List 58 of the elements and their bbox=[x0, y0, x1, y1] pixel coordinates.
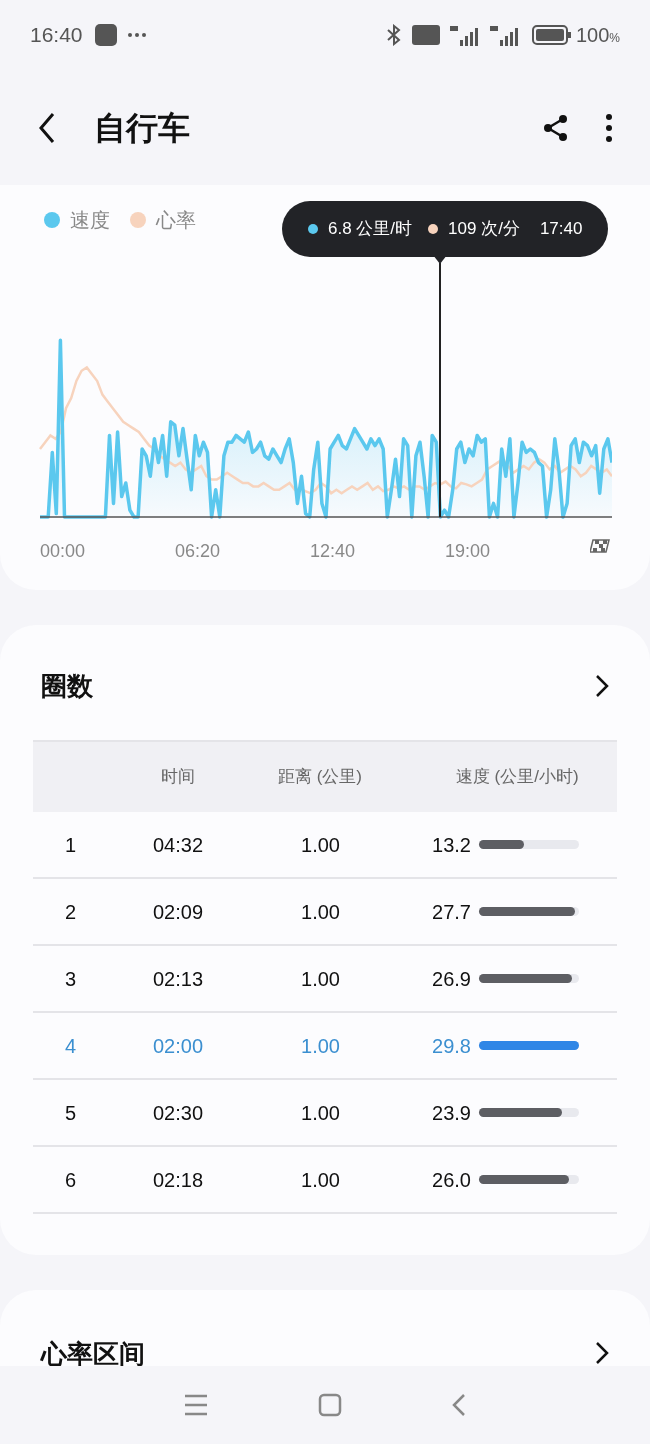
table-row[interactable]: 6 02:18 1.00 26.0 bbox=[33, 1147, 617, 1214]
table-cell-text: 02:00 bbox=[151, 1033, 205, 1059]
table-cell-text: 4 bbox=[64, 1033, 78, 1059]
section-title: 圈数 bbox=[41, 669, 93, 703]
page-title: 自行车 bbox=[94, 108, 190, 148]
table-cell-text: 29.8 bbox=[431, 1033, 471, 1059]
tooltip-time: 17:40 bbox=[539, 218, 583, 241]
table-cell-text: 02:18 bbox=[151, 1167, 205, 1193]
table-cell-text: 02:09 bbox=[151, 899, 205, 925]
table-cell-text: 1.00 bbox=[300, 966, 341, 992]
axis-label: 06:20 bbox=[175, 540, 222, 563]
legend-label: 速度 bbox=[70, 208, 110, 233]
finish-flag-icon bbox=[590, 538, 610, 556]
status-time: 16:40 bbox=[30, 22, 83, 49]
table-cell-text: 2 bbox=[64, 899, 78, 925]
table-cell-text: 13.2 bbox=[431, 832, 471, 858]
table-cell-text: 1.00 bbox=[300, 1167, 341, 1193]
recent-apps-icon[interactable] bbox=[184, 1394, 208, 1416]
table-cell-text: 02:30 bbox=[151, 1100, 205, 1126]
axis-label: 12:40 bbox=[310, 540, 357, 563]
home-icon[interactable] bbox=[318, 1393, 342, 1417]
table-cell-text: 1.00 bbox=[300, 1033, 341, 1059]
table-cell-text: 1 bbox=[64, 832, 78, 858]
chevron-right-icon[interactable] bbox=[595, 1341, 609, 1365]
axis-label: 00:00 bbox=[40, 540, 87, 563]
section-title: 心率区间 bbox=[41, 1338, 145, 1369]
tooltip-speed: 6.8 公里/时 bbox=[328, 218, 413, 241]
percent-sign: % bbox=[609, 31, 620, 47]
back-nav-icon[interactable] bbox=[452, 1393, 466, 1417]
column-header: 速度 (公里/小时) bbox=[454, 766, 580, 789]
table-row[interactable]: 1 04:32 1.00 13.2 bbox=[33, 812, 617, 879]
more-icon bbox=[126, 32, 147, 38]
app-icon bbox=[94, 24, 117, 46]
table-cell-text: 23.9 bbox=[431, 1100, 471, 1126]
table-row[interactable]: 2 02:09 1.00 27.7 bbox=[33, 879, 617, 946]
table-cell-text: 02:13 bbox=[151, 966, 205, 992]
battery-icon bbox=[531, 25, 572, 45]
table-cell-text: 27.7 bbox=[431, 899, 471, 925]
axis-label: 19:00 bbox=[445, 540, 492, 563]
chevron-right-icon[interactable] bbox=[595, 674, 609, 698]
legend-label: 心率 bbox=[156, 208, 196, 233]
more-menu-icon[interactable] bbox=[606, 113, 612, 142]
table-cell-text: 5 bbox=[64, 1100, 78, 1126]
table-cell-text: 3 bbox=[64, 966, 78, 992]
column-header: 距离 (公里) bbox=[277, 766, 364, 789]
table-cell-text: 1.00 bbox=[300, 1100, 341, 1126]
table-cell-text: 1.00 bbox=[300, 899, 341, 925]
table-cell-text: 6 bbox=[64, 1167, 78, 1193]
table-cell-text: 26.9 bbox=[431, 966, 471, 992]
table-cell-text: 1.00 bbox=[300, 832, 341, 858]
table-cell-text: 26.0 bbox=[431, 1167, 471, 1193]
table-cell-text: 04:32 bbox=[151, 832, 205, 858]
table-row[interactable]: 5 02:30 1.00 23.9 bbox=[33, 1080, 617, 1147]
tooltip-heart-rate: 109 次/分 bbox=[448, 218, 520, 241]
column-header: 时间 bbox=[159, 766, 196, 789]
share-icon[interactable] bbox=[542, 113, 570, 142]
table-row[interactable]: 3 02:13 1.00 26.9 bbox=[33, 946, 617, 1013]
battery-level: 100 bbox=[575, 23, 610, 48]
